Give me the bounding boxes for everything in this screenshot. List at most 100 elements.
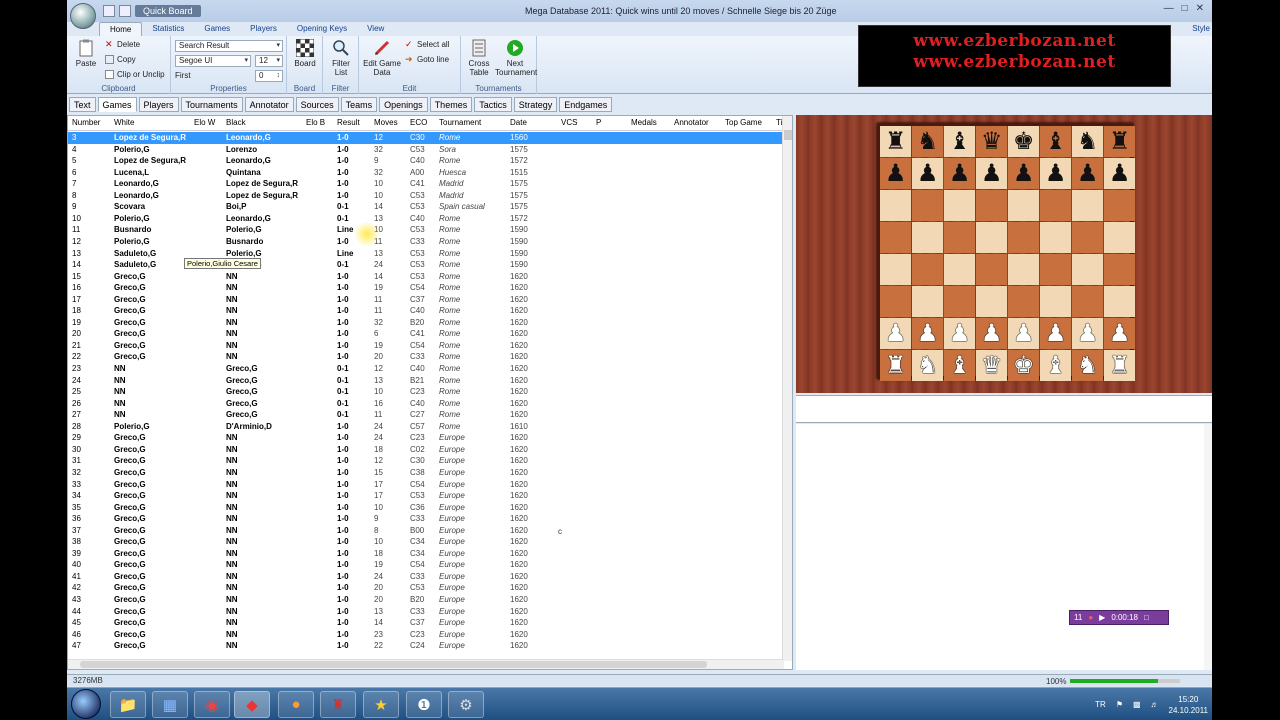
volume-icon[interactable]: ♬: [1151, 700, 1159, 709]
search-result-combo[interactable]: Search Result ▾: [175, 40, 283, 52]
white-bishop-icon[interactable]: ♝: [1040, 350, 1072, 382]
board-square[interactable]: [912, 286, 944, 318]
white-knight-icon[interactable]: ♞: [912, 350, 944, 382]
style-menu[interactable]: Style: [1192, 24, 1210, 33]
table-row[interactable]: 6 Lucena,L Quintana 1-0 32 A00 Huesca 1515: [68, 167, 782, 179]
table-row[interactable]: 22 Greco,G NN 1-0 20 C33 Rome 1620: [68, 351, 782, 363]
table-row[interactable]: 40 Greco,G NN 1-0 19 C54 Europe 1620: [68, 559, 782, 571]
board-square[interactable]: [976, 286, 1008, 318]
column-header-number[interactable]: Number: [72, 118, 100, 127]
board-square[interactable]: [1008, 222, 1040, 254]
column-header-vcs[interactable]: VCS: [561, 118, 577, 127]
copy-button[interactable]: Copy: [105, 55, 136, 64]
column-header-p[interactable]: P: [596, 118, 601, 127]
scroll-thumb[interactable]: [80, 661, 707, 668]
column-header-annotator[interactable]: Annotator: [674, 118, 709, 127]
table-row[interactable]: 28 Polerio,G D'Arminio,D 1-0 24 C57 Rome 1610: [68, 421, 782, 433]
black-pawn-icon[interactable]: ♟: [944, 158, 976, 190]
table-row[interactable]: 43 Greco,G NN 1-0 20 B20 Europe 1620: [68, 594, 782, 606]
table-row[interactable]: 10 Polerio,G Leonardo,G 0-1 13 C40 Rome 1572: [68, 213, 782, 225]
white-rook-icon[interactable]: ♜: [1104, 350, 1136, 382]
white-rook-icon[interactable]: ♜: [880, 350, 912, 382]
black-bishop-icon[interactable]: ♝: [1040, 126, 1072, 158]
game-taskbar-icon[interactable]: ♜: [320, 691, 356, 718]
application-orb-button[interactable]: [70, 3, 96, 29]
table-row[interactable]: 37 Greco,G NN 1-0 8 B00 Europe 1620: [68, 525, 782, 537]
games-list[interactable]: Number White Elo W Black Elo B Result Moves ECO…: [67, 115, 793, 670]
close-icon[interactable]: ✕: [1196, 3, 1204, 14]
black-pawn-icon[interactable]: ♟: [880, 158, 912, 190]
column-header-elo-b[interactable]: Elo B: [306, 118, 325, 127]
black-knight-icon[interactable]: ♞: [1072, 126, 1104, 158]
board-square[interactable]: [1008, 254, 1040, 286]
language-indicator[interactable]: TR: [1095, 700, 1106, 709]
white-pawn-icon[interactable]: ♟: [976, 318, 1008, 350]
clock[interactable]: 15:20 24.10.2011: [1169, 694, 1208, 716]
table-row[interactable]: 19 Greco,G NN 1-0 32 B20 Rome 1620: [68, 317, 782, 329]
ribbon-tab-games[interactable]: Games: [194, 22, 240, 36]
subtab-endgames[interactable]: Endgames: [559, 97, 613, 112]
cross-table-button[interactable]: Cross Table: [463, 39, 495, 77]
video-player-controls[interactable]: 11 ● ▶ 0:00:18 □: [1069, 610, 1169, 625]
subtab-annotator[interactable]: Annotator: [244, 97, 294, 112]
board-square[interactable]: [944, 286, 976, 318]
black-pawn-icon[interactable]: ♟: [1008, 158, 1040, 190]
column-header-eco[interactable]: ECO: [410, 118, 427, 127]
board-square[interactable]: [880, 222, 912, 254]
ribbon-tab-players[interactable]: Players: [240, 22, 287, 36]
board-square[interactable]: [944, 190, 976, 222]
table-row[interactable]: 4 Polerio,G Lorenzo 1-0 32 C53 Sora 1575: [68, 144, 782, 156]
table-row[interactable]: 14Saduleto,GPolerio,G0-124C53Rome1590: [68, 259, 782, 271]
white-pawn-icon[interactable]: ♟: [944, 318, 976, 350]
column-header-medals[interactable]: Medals: [631, 118, 657, 127]
white-pawn-icon[interactable]: ♟: [1104, 318, 1136, 350]
black-king-icon[interactable]: ♚: [1008, 126, 1040, 158]
first-spinner[interactable]: 0 ↕: [255, 70, 283, 82]
board-square[interactable]: [1040, 254, 1072, 286]
notation-scrollbar[interactable]: [1204, 424, 1212, 670]
board-square[interactable]: [912, 190, 944, 222]
table-row[interactable]: 18 Greco,G NN 1-0 11 C40 Rome 1620: [68, 305, 782, 317]
white-knight-icon[interactable]: ♞: [1072, 350, 1104, 382]
black-pawn-icon[interactable]: ♟: [1040, 158, 1072, 190]
board-square[interactable]: [880, 254, 912, 286]
white-pawn-icon[interactable]: ♟: [912, 318, 944, 350]
font-combo[interactable]: Segoe UI ▾: [175, 55, 251, 67]
ribbon-tab-opening-keys[interactable]: Opening Keys: [287, 22, 357, 36]
column-header-elo-w[interactable]: Elo W: [194, 118, 215, 127]
black-pawn-icon[interactable]: ♟: [1072, 158, 1104, 190]
white-pawn-icon[interactable]: ♟: [1072, 318, 1104, 350]
windows-start-button[interactable]: [71, 689, 101, 719]
board-square[interactable]: [1104, 190, 1136, 222]
column-header-tournament[interactable]: Tournament: [439, 118, 481, 127]
table-row[interactable]: 15 Greco,G NN 1-0 14 C53 Rome 1620: [68, 271, 782, 283]
subtab-games[interactable]: Games: [97, 97, 137, 112]
column-header-black[interactable]: Black: [226, 118, 246, 127]
board-square[interactable]: [1040, 286, 1072, 318]
subtab-text[interactable]: Text: [69, 97, 96, 112]
quickboard-button[interactable]: Quick Board: [135, 5, 201, 17]
table-row[interactable]: 25 NN Greco,G 0-1 10 C23 Rome 1620: [68, 386, 782, 398]
white-king-icon[interactable]: ♚: [1008, 350, 1040, 382]
column-header-result[interactable]: Result: [337, 118, 360, 127]
network-icon[interactable]: ▩: [1133, 700, 1141, 709]
board-square[interactable]: [912, 254, 944, 286]
table-row[interactable]: 11BusnardoPolerio,GLine10C53Rome1590: [68, 224, 782, 236]
table-row[interactable]: 32 Greco,G NN 1-0 15 C38 Europe 1620: [68, 467, 782, 479]
board-square[interactable]: [944, 254, 976, 286]
subtab-openings[interactable]: Openings: [379, 97, 428, 112]
white-queen-icon[interactable]: ♛: [976, 350, 1008, 382]
table-row[interactable]: 3 Lopez de Segura,R Leonardo,G 1-0 12 C30 Rome…: [68, 132, 782, 144]
table-row[interactable]: 12 Polerio,G Busnardo 1-0 11 C33 Rome 1590: [68, 236, 782, 248]
tool-taskbar-icon[interactable]: ⚙: [448, 691, 484, 718]
table-row[interactable]: 46 Greco,G NN 1-0 23 C23 Europe 1620: [68, 629, 782, 641]
vertical-scrollbar[interactable]: [782, 116, 792, 661]
table-row[interactable]: 5 Lopez de Segura,R Leonardo,G 1-0 9 C40 Rome 1…: [68, 155, 782, 167]
board-square[interactable]: [976, 190, 1008, 222]
table-row[interactable]: 38 Greco,G NN 1-0 10 C34 Europe 1620: [68, 536, 782, 548]
table-row[interactable]: 27 NN Greco,G 0-1 11 C27 Rome 1620: [68, 409, 782, 421]
edit-game-data-button[interactable]: Edit Game Data: [361, 39, 403, 77]
chessboard[interactable]: ♜ ♞ ♝ ♛ ♚ ♝ ♞ ♜ ♟ ♟ ♟ ♟ ♟ ♟ ♟ ♟ ♟ ♟ ♟ ♟ ♟ ♟ ♟ ♟ ♜ ♞ ♝ ♛ ♚ ♝ ♞ ♜: [877, 123, 1136, 382]
white-pawn-icon[interactable]: ♟: [1040, 318, 1072, 350]
checkbox-icon[interactable]: [119, 5, 131, 17]
